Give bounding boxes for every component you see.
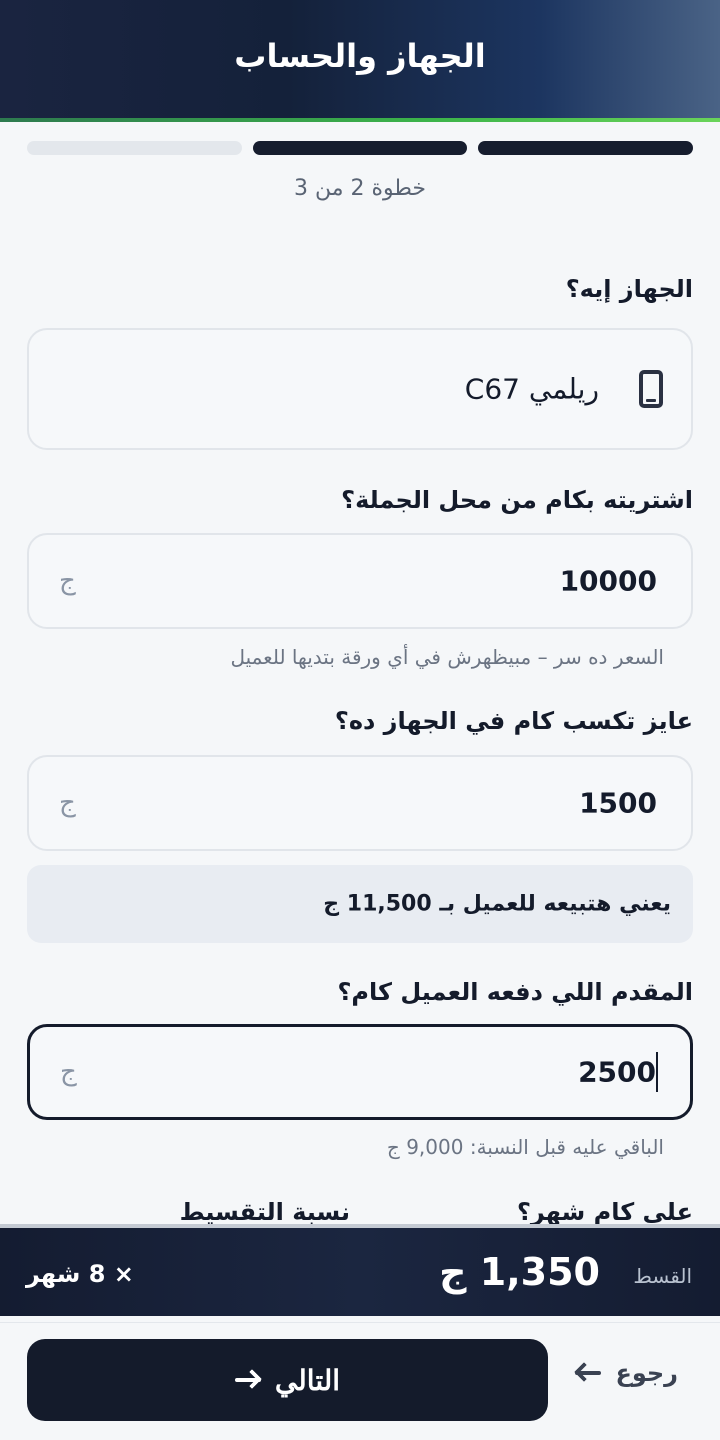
installment-months: × 8 شهر (26, 1260, 134, 1288)
app-header: الجهاز والحساب (0, 0, 720, 122)
smartphone-icon (639, 370, 663, 408)
profit-input[interactable]: 1500 ج (27, 755, 693, 851)
progress-step-1 (478, 141, 693, 155)
back-button[interactable]: رجوع (574, 1359, 678, 1387)
step-indicator: خطوة 2 من 3 (293, 176, 427, 201)
selling-price-summary: يعني هتبيعه للعميل بـ 11,500 ج (27, 865, 693, 943)
page-title: الجهاز والحساب (234, 37, 486, 75)
profit-label: عايز تكسب كام في الجهاز ده؟ (334, 707, 693, 735)
down-payment-input[interactable]: 2500 ج (27, 1024, 693, 1120)
back-button-label: رجوع (615, 1359, 678, 1387)
currency-suffix: ج (60, 1057, 77, 1087)
remaining-balance-hint: الباقي عليه قبل النسبة: 9,000 ج (386, 1135, 664, 1159)
installment-label: القسط (633, 1264, 692, 1288)
step-progress-bar (26, 141, 693, 155)
arrow-right-icon (234, 1369, 262, 1390)
wholesale-price-label: اشتريته بكام من محل الجملة؟ (341, 486, 693, 514)
progress-step-2 (252, 141, 468, 155)
device-select[interactable]: ريلمي C67 (27, 328, 693, 450)
selling-price-text: يعني هتبيعه للعميل بـ 11,500 ج (323, 891, 671, 917)
installment-summary-bar: القسط 1,350 ج × 8 شهر (0, 1224, 720, 1316)
currency-suffix: ج (59, 788, 76, 818)
progress-step-3 (26, 141, 242, 155)
footer-actions: رجوع التالي (0, 1322, 720, 1440)
wholesale-price-input[interactable]: 10000 ج (27, 533, 693, 629)
profit-value: 1500 (579, 786, 657, 820)
text-caret (656, 1052, 658, 1092)
wholesale-price-hint: السعر ده سر – مبيظهرش في أي ورقة بتديها … (230, 645, 664, 669)
arrow-left-icon (574, 1362, 602, 1383)
wholesale-price-value: 10000 (559, 564, 657, 598)
next-button[interactable]: التالي (27, 1339, 548, 1421)
down-payment-label: المقدم اللي دفعه العميل كام؟ (337, 978, 694, 1006)
device-value: ريلمي C67 (464, 372, 599, 406)
next-button-label: التالي (274, 1364, 341, 1396)
device-label: الجهاز إيه؟ (565, 275, 693, 303)
installment-amount: 1,350 ج (439, 1250, 600, 1294)
currency-suffix: ج (59, 566, 76, 596)
down-payment-value: 2500 (578, 1055, 656, 1089)
